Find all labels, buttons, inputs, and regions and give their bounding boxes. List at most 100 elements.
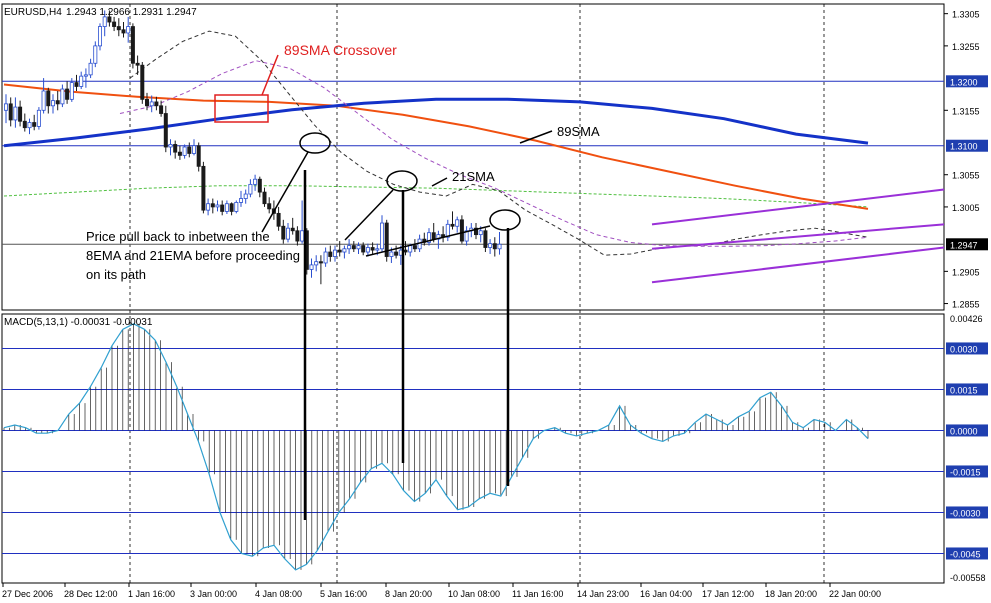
candle-body xyxy=(342,248,347,253)
eurusd-chart[interactable]: 89SMA Crossover 89SMA 21SMA Price pull back… xyxy=(0,0,991,603)
candle[interactable] xyxy=(412,239,417,253)
pullback-marker[interactable] xyxy=(299,132,331,154)
candle[interactable] xyxy=(379,215,384,253)
candle[interactable] xyxy=(229,202,234,216)
candle[interactable] xyxy=(201,161,206,214)
candle[interactable] xyxy=(441,226,446,243)
candle[interactable] xyxy=(248,179,253,198)
candle[interactable] xyxy=(41,78,46,114)
candle[interactable] xyxy=(281,219,286,244)
candle[interactable] xyxy=(473,223,478,240)
candle[interactable] xyxy=(455,216,460,233)
candle[interactable] xyxy=(276,206,281,231)
channel-lower-line[interactable] xyxy=(651,246,945,284)
candle[interactable] xyxy=(497,232,502,255)
candle[interactable] xyxy=(159,100,164,117)
pullback-marker[interactable] xyxy=(386,170,418,192)
candle[interactable] xyxy=(191,139,196,156)
sma21-line[interactable] xyxy=(119,60,869,247)
candle[interactable] xyxy=(262,187,267,207)
orange-ma-line[interactable] xyxy=(3,83,869,210)
candle[interactable] xyxy=(253,174,258,191)
candle[interactable] xyxy=(168,139,173,156)
candle[interactable] xyxy=(144,92,149,111)
candle[interactable] xyxy=(483,228,488,253)
candle[interactable] xyxy=(36,107,41,130)
candle[interactable] xyxy=(210,198,215,214)
candle[interactable] xyxy=(285,223,290,243)
candle[interactable] xyxy=(55,90,60,111)
candle[interactable] xyxy=(328,245,333,262)
green-ma-line[interactable] xyxy=(3,185,869,208)
candle[interactable] xyxy=(51,94,56,114)
candle[interactable] xyxy=(140,61,145,104)
candle[interactable] xyxy=(46,87,51,114)
candle[interactable] xyxy=(314,255,319,272)
candle[interactable] xyxy=(422,232,427,246)
candle[interactable] xyxy=(436,230,441,249)
candle[interactable] xyxy=(126,16,131,43)
candle[interactable] xyxy=(220,200,225,216)
candle[interactable] xyxy=(318,255,323,285)
candle[interactable] xyxy=(332,245,337,262)
candle[interactable] xyxy=(121,22,126,38)
candle[interactable] xyxy=(300,200,305,244)
candle[interactable] xyxy=(74,74,79,91)
candle[interactable] xyxy=(163,105,168,153)
candle[interactable] xyxy=(267,197,272,214)
candle[interactable] xyxy=(342,245,347,259)
candle[interactable] xyxy=(4,94,9,124)
candle[interactable] xyxy=(403,241,408,256)
channel-middle-line[interactable] xyxy=(651,223,945,250)
candle[interactable] xyxy=(18,100,23,127)
candle[interactable] xyxy=(492,237,497,257)
candle[interactable] xyxy=(243,189,248,204)
candle[interactable] xyxy=(337,241,342,257)
candle[interactable] xyxy=(130,23,135,69)
candle[interactable] xyxy=(93,41,98,68)
candle[interactable] xyxy=(22,113,27,132)
candle[interactable] xyxy=(83,68,88,88)
candle[interactable] xyxy=(8,97,13,127)
candle[interactable] xyxy=(464,226,469,246)
candle[interactable] xyxy=(65,81,70,104)
candle[interactable] xyxy=(206,198,211,216)
candle[interactable] xyxy=(27,118,32,135)
candle[interactable] xyxy=(450,211,455,230)
candle[interactable] xyxy=(187,142,192,158)
sma21-annotation: 21SMA xyxy=(452,169,495,184)
candle[interactable] xyxy=(173,140,178,159)
candle[interactable] xyxy=(112,16,117,32)
candle[interactable] xyxy=(323,247,328,267)
candle[interactable] xyxy=(79,71,84,90)
candle[interactable] xyxy=(177,145,182,160)
candle[interactable] xyxy=(238,190,243,207)
candle[interactable] xyxy=(88,58,93,79)
candle[interactable] xyxy=(488,239,493,254)
candle[interactable] xyxy=(347,239,352,254)
candle[interactable] xyxy=(290,217,295,235)
candle[interactable] xyxy=(182,144,187,159)
channel-upper-line[interactable] xyxy=(651,188,945,226)
candle[interactable] xyxy=(13,97,18,128)
candle[interactable] xyxy=(196,142,201,172)
candle[interactable] xyxy=(116,18,121,37)
ema8-line[interactable] xyxy=(129,30,869,256)
candle[interactable] xyxy=(394,245,399,259)
candle[interactable] xyxy=(32,114,37,131)
sma89-line[interactable] xyxy=(3,97,869,148)
candle[interactable] xyxy=(459,215,464,244)
candle[interactable] xyxy=(98,23,103,51)
candle[interactable] xyxy=(224,200,229,215)
candle[interactable] xyxy=(426,228,431,246)
candle[interactable] xyxy=(234,200,239,214)
candle[interactable] xyxy=(257,176,262,198)
candle[interactable] xyxy=(351,241,356,253)
candle[interactable] xyxy=(309,258,314,278)
candle[interactable] xyxy=(445,219,450,242)
candle[interactable] xyxy=(384,219,389,262)
candle[interactable] xyxy=(295,226,300,246)
candle[interactable] xyxy=(215,200,220,212)
pullback-marker[interactable] xyxy=(489,209,521,231)
candle[interactable] xyxy=(60,84,65,108)
